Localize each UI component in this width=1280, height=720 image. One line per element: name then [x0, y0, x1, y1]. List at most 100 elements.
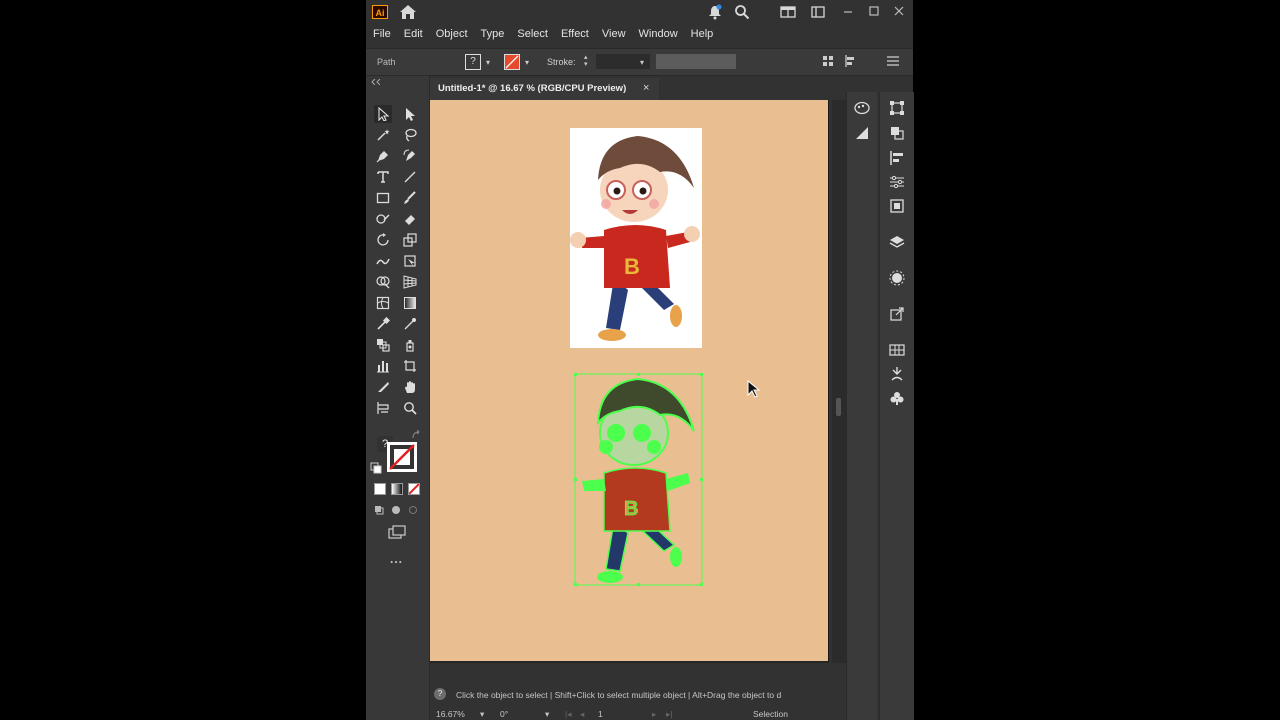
- rotation-dropdown-chevron-icon[interactable]: ▾: [545, 709, 549, 720]
- zoom-level-field[interactable]: 16.67%: [436, 709, 465, 719]
- gradient-mode-button[interactable]: [391, 483, 403, 495]
- transform-grid-icon[interactable]: [822, 55, 834, 67]
- help-question-icon[interactable]: ?: [434, 688, 446, 700]
- align-panel-icon[interactable]: [889, 150, 905, 166]
- align-icon[interactable]: [844, 55, 858, 67]
- layers-icon[interactable]: [889, 234, 905, 250]
- notification-bell-icon[interactable]: [707, 4, 723, 20]
- line-segment-tool[interactable]: [401, 168, 419, 186]
- style-field[interactable]: [656, 54, 736, 69]
- lasso-tool[interactable]: [401, 126, 419, 144]
- edit-toolbar-button[interactable]: ...: [390, 552, 403, 566]
- column-graph-tool[interactable]: [374, 357, 392, 375]
- draw-inside-icon[interactable]: [408, 505, 418, 515]
- document-tab[interactable]: Untitled-1* @ 16.67 % (RGB/CPU Preview) …: [430, 78, 659, 100]
- zoom-tool[interactable]: [401, 399, 419, 417]
- stroke-stepper-icon[interactable]: ▴ ▾: [584, 54, 588, 68]
- menu-object[interactable]: Object: [436, 28, 468, 40]
- brushes-icon[interactable]: [889, 366, 905, 382]
- swatches-icon[interactable]: [889, 342, 905, 358]
- zoom-dropdown-chevron-icon[interactable]: ▾: [480, 709, 484, 720]
- fill-dropdown-chevron-icon[interactable]: ▾: [486, 58, 490, 67]
- symbols-club-icon[interactable]: [889, 390, 905, 406]
- free-transform-tool[interactable]: [401, 252, 419, 270]
- transparency-icon[interactable]: [854, 125, 870, 141]
- shape-builder-tool[interactable]: [374, 273, 392, 291]
- color-guide-icon[interactable]: [889, 270, 905, 286]
- last-artboard-icon[interactable]: ▸|: [666, 709, 672, 720]
- swap-fill-stroke-icon[interactable]: [411, 430, 421, 440]
- measure-tool[interactable]: [401, 315, 419, 333]
- previous-artboard-icon[interactable]: ◂: [580, 709, 584, 720]
- perspective-grid-tool[interactable]: [401, 273, 419, 291]
- artboard-number-field[interactable]: 1: [598, 709, 603, 719]
- home-icon[interactable]: [399, 4, 417, 20]
- rotation-field[interactable]: 0°: [500, 709, 508, 719]
- eraser-tool[interactable]: [401, 210, 419, 228]
- appearance-sliders-icon[interactable]: [889, 174, 905, 190]
- pen-tool[interactable]: [374, 147, 392, 165]
- stroke-color-box[interactable]: [387, 442, 417, 472]
- blend-tool[interactable]: [374, 336, 392, 354]
- stroke-swatch[interactable]: [504, 54, 520, 70]
- eyedropper-tool[interactable]: [374, 315, 392, 333]
- menu-help[interactable]: Help: [691, 28, 714, 40]
- collapse-panel-icon[interactable]: [371, 79, 381, 85]
- curvature-tool[interactable]: [401, 147, 419, 165]
- color-mode-button[interactable]: [374, 483, 386, 495]
- search-icon[interactable]: [734, 4, 750, 20]
- menu-window[interactable]: Window: [639, 28, 678, 40]
- paintbrush-tool[interactable]: [401, 189, 419, 207]
- hand-tool[interactable]: [401, 378, 419, 396]
- menu-type[interactable]: Type: [481, 28, 505, 40]
- export-asset-icon[interactable]: [889, 306, 905, 322]
- scale-tool[interactable]: [401, 231, 419, 249]
- artboard-canvas[interactable]: B B: [430, 100, 829, 663]
- artboard-tool[interactable]: [401, 357, 419, 375]
- close-window-icon[interactable]: [893, 4, 905, 20]
- pathfinder-icon[interactable]: [889, 125, 905, 141]
- libraries-icon[interactable]: [889, 198, 905, 214]
- stroke-weight-chevron-icon[interactable]: ▾: [640, 58, 644, 67]
- rotate-tool[interactable]: [374, 231, 392, 249]
- mesh-tool[interactable]: [374, 294, 392, 312]
- screen-mode-icon[interactable]: [388, 525, 406, 539]
- stroke-dropdown-chevron-icon[interactable]: ▾: [525, 58, 529, 67]
- draw-normal-icon[interactable]: [374, 505, 384, 515]
- close-document-icon[interactable]: ×: [643, 82, 649, 94]
- none-mode-button[interactable]: [408, 483, 420, 495]
- transform-panel-icon[interactable]: [889, 100, 905, 116]
- next-artboard-icon[interactable]: ▸: [652, 709, 656, 720]
- symbol-sprayer-tool[interactable]: [401, 336, 419, 354]
- menu-effect[interactable]: Effect: [561, 28, 589, 40]
- default-fill-stroke-icon[interactable]: [370, 462, 382, 474]
- type-tool[interactable]: [374, 168, 392, 186]
- shaper-tool[interactable]: [374, 210, 392, 228]
- draw-behind-icon[interactable]: [391, 505, 401, 515]
- rectangle-tool[interactable]: [374, 189, 392, 207]
- stroke-weight-field[interactable]: ▾: [596, 54, 650, 69]
- menu-view[interactable]: View: [602, 28, 626, 40]
- first-artboard-icon[interactable]: |◂: [565, 709, 571, 720]
- vertical-scrollbar-thumb[interactable]: [836, 398, 841, 416]
- gradient-tool[interactable]: [401, 294, 419, 312]
- cartoon-boy-image[interactable]: B: [570, 128, 702, 348]
- workspace-switcher-icon[interactable]: [810, 4, 826, 20]
- warp-tool[interactable]: [374, 252, 392, 270]
- fill-swatch[interactable]: ?: [465, 54, 481, 70]
- menu-select[interactable]: Select: [517, 28, 548, 40]
- arrange-documents-icon[interactable]: [780, 4, 796, 20]
- print-tiling-tool[interactable]: [374, 399, 392, 417]
- properties-palette-icon[interactable]: [854, 100, 870, 116]
- traced-boy-selection[interactable]: B: [574, 373, 703, 586]
- slice-tool[interactable]: [374, 378, 392, 396]
- minimize-icon[interactable]: [842, 4, 854, 20]
- direct-selection-tool[interactable]: [401, 105, 419, 123]
- panel-menu-icon[interactable]: [887, 56, 899, 66]
- selection-tool[interactable]: [374, 105, 392, 123]
- maximize-icon[interactable]: [868, 4, 880, 20]
- menu-file[interactable]: File: [373, 28, 391, 40]
- magic-wand-tool[interactable]: [374, 126, 392, 144]
- menu-edit[interactable]: Edit: [404, 28, 423, 40]
- vertical-scrollbar[interactable]: [832, 100, 846, 663]
